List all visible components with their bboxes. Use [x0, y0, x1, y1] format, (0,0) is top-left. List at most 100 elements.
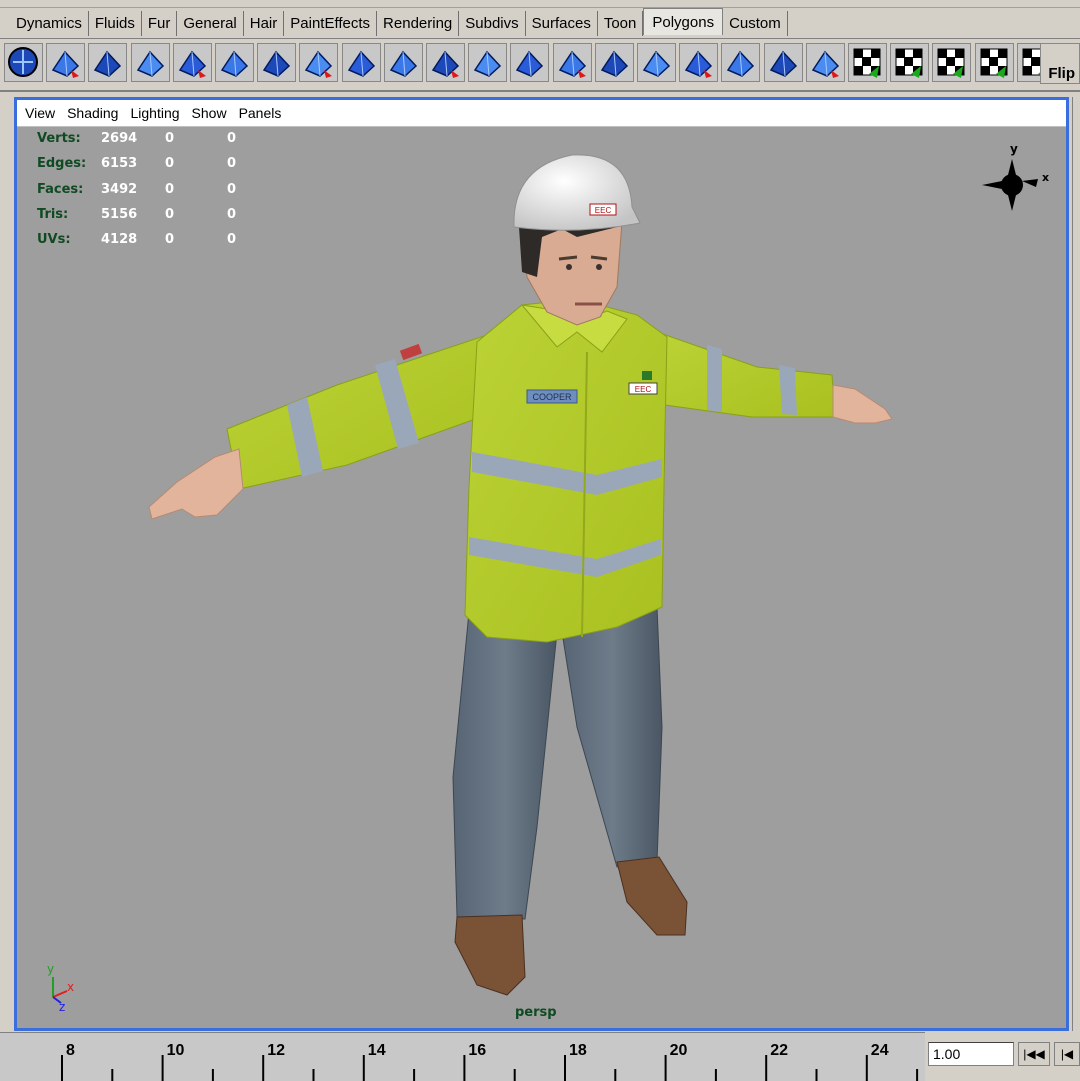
- left-boot: [454, 914, 526, 996]
- hud-v1: 4128: [101, 232, 138, 248]
- bridge-icon[interactable]: [552, 43, 592, 82]
- menu-strip: [0, 0, 1080, 8]
- hud-label: Faces:: [37, 181, 84, 197]
- extrude-face-icon[interactable]: [299, 43, 339, 82]
- extrude-edge-icon[interactable]: [341, 43, 381, 82]
- bevel-icon[interactable]: [426, 43, 465, 82]
- timeline-tick-label: 24: [871, 1042, 889, 1059]
- axis-gizmo-icon: y x z: [47, 962, 74, 1014]
- time-slider-ticks: 8 10 12 14 16 18 20 22 24: [61, 1042, 919, 1081]
- planar-mapping-icon[interactable]: [805, 43, 845, 82]
- time-slider[interactable]: 8 10 12 14 16 18 20 22 24: [0, 1032, 925, 1081]
- menu-lighting[interactable]: Lighting: [124, 105, 185, 121]
- tab-toon[interactable]: Toon: [597, 11, 644, 36]
- hud-v3: 0: [227, 156, 237, 172]
- hard-hat: [513, 154, 641, 231]
- flip-button[interactable]: Flip: [1040, 43, 1080, 84]
- tab-fluids[interactable]: Fluids: [88, 11, 142, 36]
- separate-icon[interactable]: [88, 43, 128, 82]
- hud-label: Tris:: [37, 206, 69, 222]
- svg-text:y: y: [47, 962, 54, 976]
- tab-fur[interactable]: Fur: [141, 11, 178, 36]
- tab-custom[interactable]: Custom: [723, 11, 788, 36]
- menu-panels[interactable]: Panels: [233, 105, 288, 121]
- chest-badge-text: EEC: [635, 385, 652, 394]
- select-faces-icon[interactable]: [257, 43, 297, 82]
- menu-show[interactable]: Show: [186, 105, 233, 121]
- hud-v3: 0: [227, 181, 237, 197]
- left-eye: [566, 264, 572, 270]
- tab-dynamics[interactable]: Dynamics: [10, 11, 89, 36]
- current-frame-field[interactable]: 1.00: [928, 1042, 1014, 1066]
- timeline-tick-label: 14: [368, 1042, 386, 1059]
- uv-editor-icon[interactable]: [974, 43, 1014, 82]
- stripe-right-arm-2: [779, 365, 797, 415]
- smooth-icon[interactable]: [721, 43, 761, 82]
- go-to-start-icon[interactable]: |◀◀: [1018, 1042, 1050, 1066]
- combine-icon[interactable]: [130, 43, 170, 82]
- polygon-sphere-icon[interactable]: [4, 43, 43, 82]
- timeline-tick-label: 8: [66, 1042, 75, 1059]
- hud-v3: 0: [227, 206, 237, 222]
- hud-v3: 0: [227, 232, 237, 248]
- merge-vertices-icon[interactable]: [594, 43, 634, 82]
- panel-menu-bar: View Shading Lighting Show Panels: [17, 100, 1066, 127]
- view-compass-icon[interactable]: y x: [982, 142, 1049, 211]
- timeline-tick-label: 22: [770, 1042, 788, 1059]
- stripe-right-arm-1: [707, 345, 722, 412]
- right-sleeve: [656, 331, 836, 418]
- shelf-tab-bar: Dynamics Fluids Fur General Hair PaintEffects…: [0, 0, 1080, 39]
- compass-x-label: x: [1042, 171, 1049, 184]
- hud-v1: 5156: [101, 206, 138, 222]
- tab-surfaces[interactable]: Surfaces: [525, 11, 598, 36]
- right-leg: [561, 606, 663, 868]
- tab-painteffects[interactable]: PaintEffects: [284, 11, 378, 36]
- sculpt-icon[interactable]: [763, 43, 803, 82]
- hud-v1: 6153: [101, 156, 138, 172]
- left-hand: [148, 448, 244, 520]
- tab-hair[interactable]: Hair: [243, 11, 285, 36]
- menu-view[interactable]: View: [17, 105, 61, 121]
- hud-v3: 0: [227, 131, 237, 146]
- extract-icon[interactable]: [46, 43, 86, 82]
- right-eye: [596, 264, 602, 270]
- left-sleeve: [226, 334, 496, 490]
- hud-label: UVs:: [37, 232, 71, 248]
- name-tag-text: COOPER: [532, 392, 572, 402]
- perspective-viewport[interactable]: View Shading Lighting Show Panels COOPER…: [14, 97, 1069, 1031]
- triangulate-icon[interactable]: [637, 43, 676, 82]
- right-panel-edge: [1072, 97, 1080, 1031]
- shelf-tabs-row: Dynamics Fluids Fur General Hair PaintEffects…: [10, 8, 788, 38]
- timeline-tick-label: 10: [167, 1042, 185, 1059]
- wedge-face-icon[interactable]: [510, 43, 550, 82]
- cube-icon[interactable]: [172, 43, 212, 82]
- append-polygon-icon[interactable]: [679, 43, 719, 82]
- svg-text:x: x: [67, 980, 74, 994]
- hud-v1: 3492: [101, 181, 138, 197]
- timeline-tick-label: 20: [670, 1042, 688, 1059]
- tab-subdivs[interactable]: Subdivs: [459, 11, 526, 36]
- spherical-mapping-icon[interactable]: [890, 43, 930, 82]
- camera-label: persp: [515, 1005, 557, 1020]
- cylindrical-mapping-icon[interactable]: [848, 43, 887, 82]
- split-polygon-icon[interactable]: [215, 43, 254, 82]
- poke-face-icon[interactable]: [383, 43, 423, 82]
- automatic-mapping-icon[interactable]: [932, 43, 972, 82]
- hud-v2: 0: [165, 156, 175, 172]
- hud-label: Edges:: [37, 156, 87, 172]
- scene-canvas[interactable]: COOPER EEC EEC y x y x z: [17, 127, 1066, 1028]
- tab-rendering[interactable]: Rendering: [377, 11, 460, 36]
- tab-general[interactable]: General: [177, 11, 244, 36]
- tab-polygons[interactable]: Polygons: [643, 8, 724, 35]
- right-hand: [832, 384, 893, 424]
- hud-v1: 2694: [101, 131, 138, 146]
- duplicate-face-icon[interactable]: [468, 43, 508, 82]
- right-boot: [616, 856, 688, 936]
- step-back-icon[interactable]: |◀: [1054, 1042, 1080, 1066]
- tool-shelf: Flip: [0, 39, 1080, 92]
- menu-shading[interactable]: Shading: [61, 105, 124, 121]
- worker-model[interactable]: COOPER EEC EEC: [148, 154, 893, 996]
- timeline-tick-label: 16: [468, 1042, 486, 1059]
- timeline-tick-label: 12: [267, 1042, 285, 1059]
- hud-v2: 0: [165, 206, 175, 222]
